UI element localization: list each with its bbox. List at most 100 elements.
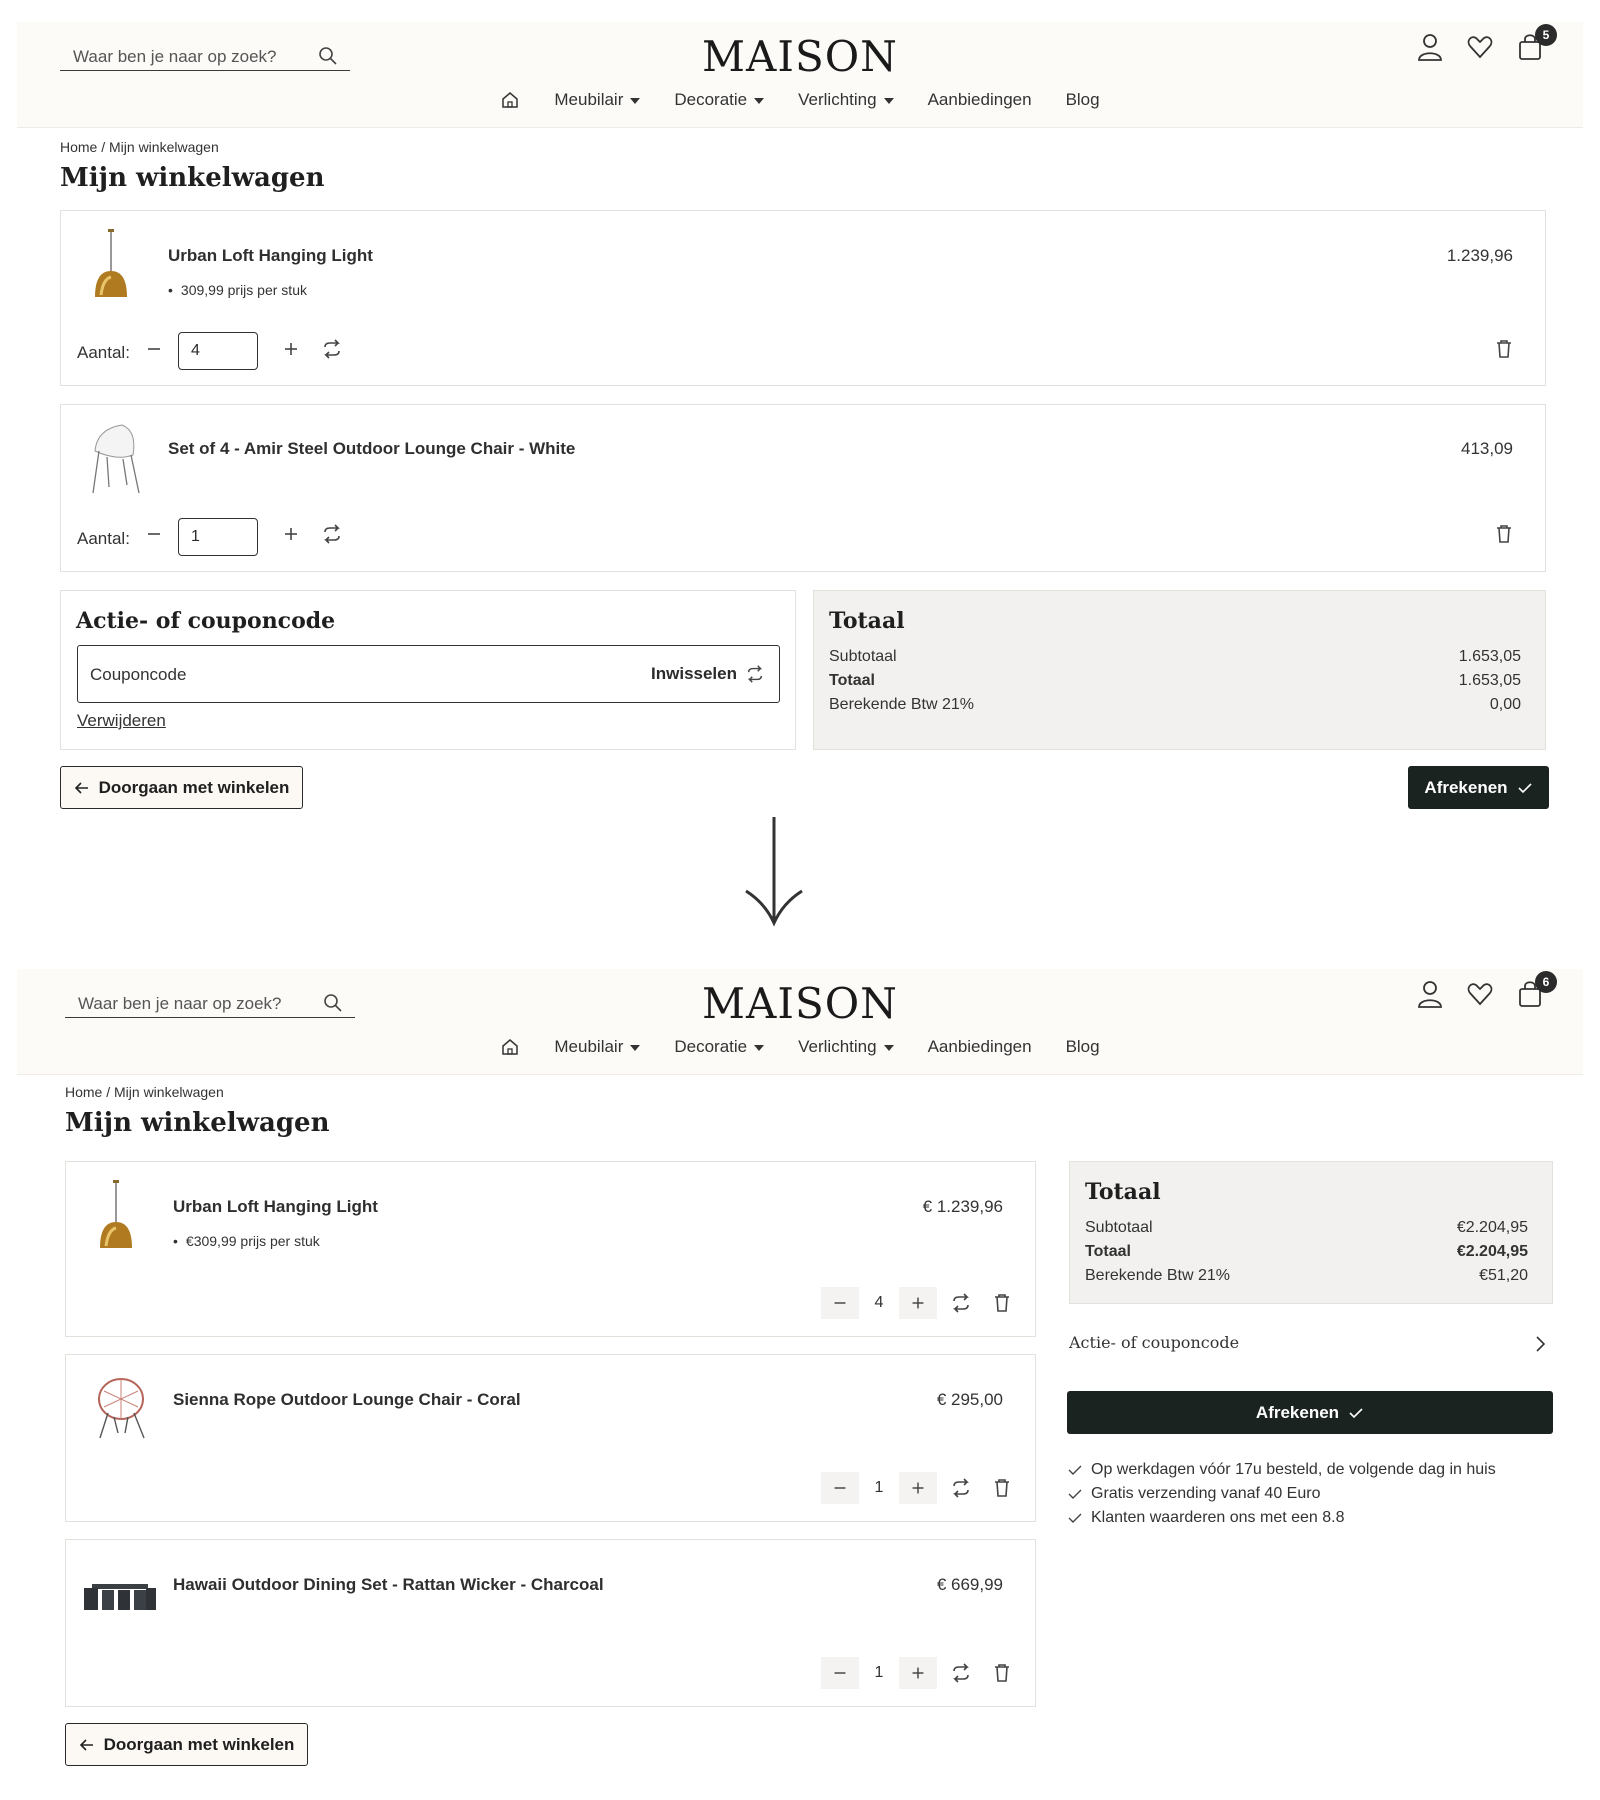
product-image-dining-set[interactable] xyxy=(82,1578,158,1612)
subtotal-label: Subtotaal xyxy=(1085,1219,1153,1236)
item-unit-price: €309,99 prijs per stuk xyxy=(173,1233,320,1249)
breadcrumb[interactable]: Home / Mijn winkelwagen xyxy=(65,1084,224,1100)
subtotal-label: Subtotaal xyxy=(829,648,897,665)
item-price: 413,09 xyxy=(1461,439,1513,458)
chevron-right-icon xyxy=(1533,1335,1547,1353)
minus-button[interactable] xyxy=(821,1472,859,1504)
plus-icon[interactable] xyxy=(280,338,302,360)
cart-item: Urban Loft Hanging Light 309,99 prijs pe… xyxy=(60,210,1546,386)
chevron-down-icon xyxy=(754,97,765,104)
cart-item: Set of 4 - Amir Steel Outdoor Lounge Cha… xyxy=(60,404,1546,572)
quantity-value[interactable]: 1 xyxy=(859,1657,899,1689)
item-name[interactable]: Set of 4 - Amir Steel Outdoor Lounge Cha… xyxy=(168,439,575,459)
chevron-down-icon xyxy=(630,1044,641,1051)
item-price: € 295,00 xyxy=(936,1390,1003,1409)
item-price: € 1.239,96 xyxy=(922,1197,1003,1216)
item-unit-price: 309,99 prijs per stuk xyxy=(168,282,307,298)
checkout-button[interactable]: Afrekenen xyxy=(1408,766,1549,809)
main-nav: Meubilair Decoratie Verlichting Aanbiedi… xyxy=(17,90,1583,110)
nav-decoratie[interactable]: Decoratie xyxy=(674,90,765,110)
main-nav: Meubilair Decoratie Verlichting Aanbiedi… xyxy=(17,1037,1583,1057)
plus-button[interactable] xyxy=(899,1472,937,1504)
total-value: 1.653,05 xyxy=(1458,672,1521,689)
minus-icon[interactable] xyxy=(143,523,165,545)
plus-button[interactable] xyxy=(899,1287,937,1319)
total-value: €2.204,95 xyxy=(1456,1243,1528,1260)
product-image-hanging-light[interactable] xyxy=(91,229,131,299)
order-summary: Totaal Subtotaal 1.653,05 Totaal 1.653,0… xyxy=(813,590,1546,750)
vat-value: €51,20 xyxy=(1479,1267,1528,1284)
heart-icon[interactable] xyxy=(1467,32,1493,62)
refresh-icon[interactable] xyxy=(950,1292,972,1314)
item-name[interactable]: Urban Loft Hanging Light xyxy=(168,246,373,266)
trash-icon[interactable] xyxy=(991,1292,1013,1314)
plus-button[interactable] xyxy=(899,1657,937,1689)
minus-icon[interactable] xyxy=(143,338,165,360)
quantity-field[interactable]: 1 xyxy=(178,518,258,556)
coupon-placeholder: Couponcode xyxy=(90,665,187,684)
subtotal-value: 1.653,05 xyxy=(1458,648,1521,665)
trash-icon[interactable] xyxy=(991,1477,1013,1499)
refresh-icon[interactable] xyxy=(321,523,343,545)
refresh-icon[interactable] xyxy=(321,338,343,360)
logo[interactable]: MAISON xyxy=(17,32,1583,81)
cart-item: Sienna Rope Outdoor Lounge Chair - Coral… xyxy=(65,1354,1036,1522)
logo[interactable]: MAISON xyxy=(17,979,1583,1028)
item-name[interactable]: Hawaii Outdoor Dining Set - Rattan Wicke… xyxy=(173,1575,604,1595)
nav-aanbiedingen[interactable]: Aanbiedingen xyxy=(928,90,1032,110)
account-icon[interactable] xyxy=(1417,32,1443,62)
nav-blog[interactable]: Blog xyxy=(1066,90,1100,110)
site-header: Waar ben je naar op zoek? MAISON 6 Meubi… xyxy=(17,969,1583,1075)
coupon-input[interactable]: Couponcode Inwisselen xyxy=(77,645,780,703)
arrow-left-icon xyxy=(79,1737,95,1753)
nav-aanbiedingen[interactable]: Aanbiedingen xyxy=(928,1037,1032,1057)
refresh-icon xyxy=(745,664,765,684)
trash-icon[interactable] xyxy=(1493,523,1515,545)
nav-meubilair[interactable]: Meubilair xyxy=(554,1037,641,1057)
site-header: Waar ben je naar op zoek? MAISON 5 Meubi… xyxy=(17,22,1583,128)
quantity-value[interactable]: 4 xyxy=(859,1287,899,1319)
quantity-label: Aantal: xyxy=(77,529,130,548)
coupon-toggle[interactable]: Actie- of couponcode xyxy=(1069,1331,1553,1359)
product-image-lounge-chair[interactable] xyxy=(87,421,142,496)
home-icon[interactable] xyxy=(500,1037,520,1057)
cart-before: Waar ben je naar op zoek? MAISON 5 Meubi… xyxy=(0,0,1600,820)
nav-blog[interactable]: Blog xyxy=(1066,1037,1100,1057)
cart-item: Hawaii Outdoor Dining Set - Rattan Wicke… xyxy=(65,1539,1036,1707)
quantity-field[interactable]: 4 xyxy=(178,332,258,370)
quantity-value[interactable]: 1 xyxy=(859,1472,899,1504)
breadcrumb[interactable]: Home / Mijn winkelwagen xyxy=(60,139,219,155)
quantity-label: Aantal: xyxy=(77,343,130,362)
chevron-down-icon xyxy=(754,1044,765,1051)
minus-button[interactable] xyxy=(821,1657,859,1689)
product-image-hanging-light[interactable] xyxy=(96,1180,136,1250)
trash-icon[interactable] xyxy=(991,1662,1013,1684)
redeem-button[interactable]: Inwisselen xyxy=(651,664,765,684)
plus-icon[interactable] xyxy=(280,523,302,545)
nav-verlichting[interactable]: Verlichting xyxy=(798,1037,894,1057)
nav-verlichting[interactable]: Verlichting xyxy=(798,90,894,110)
account-icon[interactable] xyxy=(1417,979,1443,1009)
cart-icon[interactable]: 5 xyxy=(1517,24,1557,62)
check-icon xyxy=(1067,1486,1083,1502)
item-name[interactable]: Urban Loft Hanging Light xyxy=(173,1197,378,1217)
checkout-button[interactable]: Afrekenen xyxy=(1067,1391,1553,1434)
continue-shopping-button[interactable]: Doorgaan met winkelen xyxy=(65,1723,308,1766)
arrow-down-icon xyxy=(743,815,805,927)
heart-icon[interactable] xyxy=(1467,979,1493,1009)
home-icon[interactable] xyxy=(500,90,520,110)
product-image-rope-chair[interactable] xyxy=(94,1375,149,1440)
item-name[interactable]: Sienna Rope Outdoor Lounge Chair - Coral xyxy=(173,1390,521,1410)
minus-button[interactable] xyxy=(821,1287,859,1319)
continue-shopping-button[interactable]: Doorgaan met winkelen xyxy=(60,766,303,809)
coupon-panel: Actie- of couponcode Couponcode Inwissel… xyxy=(60,590,796,750)
refresh-icon[interactable] xyxy=(950,1662,972,1684)
nav-meubilair[interactable]: Meubilair xyxy=(554,90,641,110)
remove-coupon-link[interactable]: Verwijderen xyxy=(77,711,166,731)
refresh-icon[interactable] xyxy=(950,1477,972,1499)
vat-value: 0,00 xyxy=(1489,696,1521,713)
cart-icon[interactable]: 6 xyxy=(1517,971,1557,1009)
trash-icon[interactable] xyxy=(1493,338,1515,360)
nav-decoratie[interactable]: Decoratie xyxy=(674,1037,765,1057)
coupon-title: Actie- of couponcode xyxy=(76,608,336,634)
